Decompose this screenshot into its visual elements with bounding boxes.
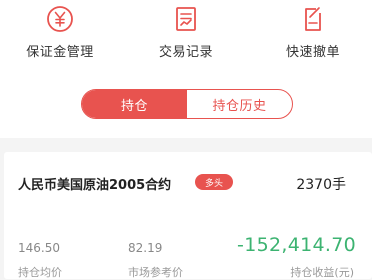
tabs-area: 持仓 持仓历史 xyxy=(0,72,372,138)
position-card[interactable]: 人民币美国原油2005合约 多头 2370手 146.50 持仓均价 82.19… xyxy=(4,152,372,279)
tab-positions[interactable]: 持仓 xyxy=(82,90,187,118)
avg-price-value: 146.50 xyxy=(18,241,60,255)
position-pnl-value: -152,414.70 xyxy=(237,234,356,256)
ref-price-label: 市场参考价 xyxy=(128,266,183,279)
position-quantity: 2370手 xyxy=(296,177,346,193)
yuan-circle-icon xyxy=(47,6,73,32)
edit-cancel-icon xyxy=(305,7,321,31)
tab-position-history[interactable]: 持仓历史 xyxy=(187,90,292,118)
trade-records-button[interactable]: 交易记录 xyxy=(126,0,246,72)
position-pnl-label: 持仓收益(元) xyxy=(290,266,354,279)
margin-management-label: 保证金管理 xyxy=(26,45,94,60)
ref-price-value: 82.19 xyxy=(128,241,163,255)
product-name: 人民币美国原油2005合约 xyxy=(18,178,172,193)
records-icon xyxy=(176,7,196,31)
trade-records-label: 交易记录 xyxy=(158,45,213,60)
margin-management-button[interactable]: 保证金管理 xyxy=(0,0,120,72)
position-tabs: 持仓 持仓历史 xyxy=(81,89,293,119)
quick-cancel-label: 快速撤单 xyxy=(285,45,340,60)
long-badge: 多头 xyxy=(195,174,233,190)
avg-price-label: 持仓均价 xyxy=(18,266,62,279)
quick-actions-bar: 保证金管理 交易记录 快速撤单 xyxy=(0,0,372,72)
quick-cancel-button[interactable]: 快速撤单 xyxy=(253,0,372,72)
